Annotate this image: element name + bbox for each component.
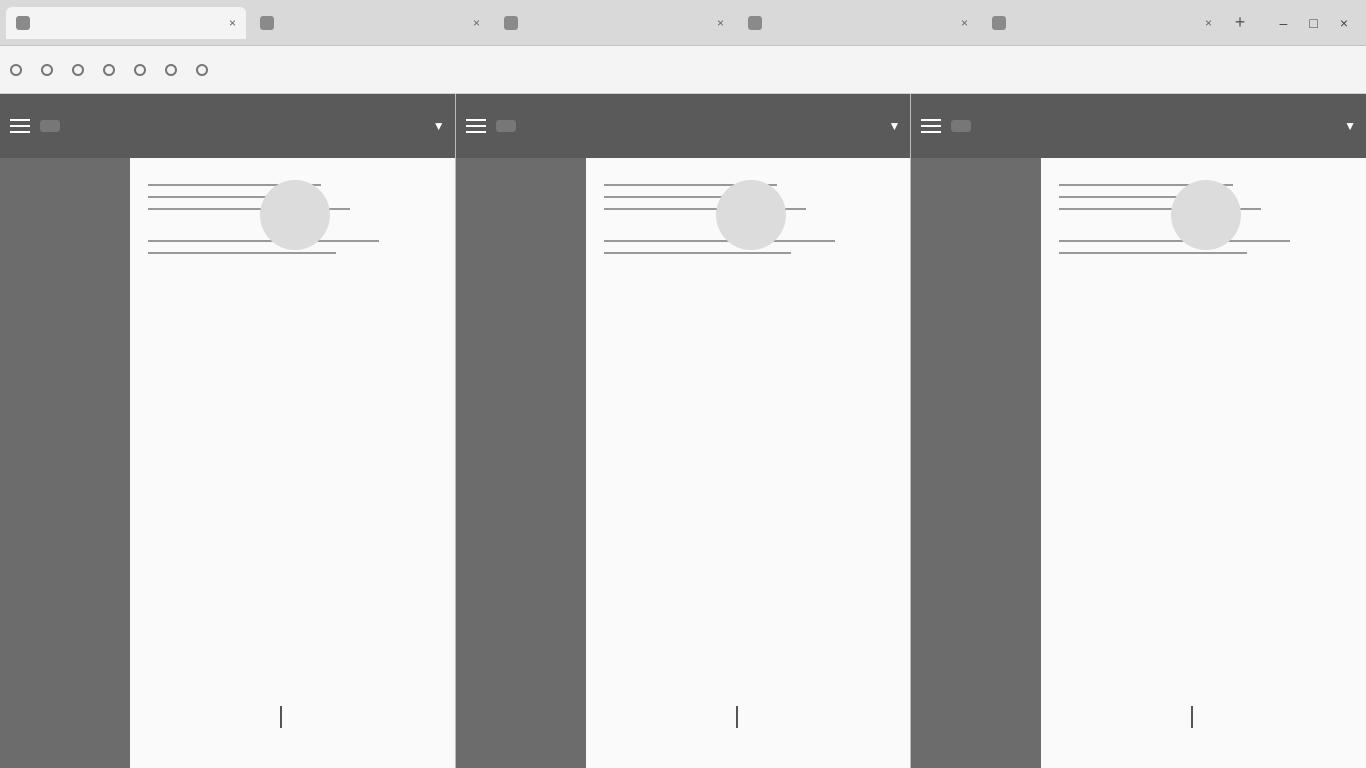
pane-toolbar: ▼ [455,94,911,158]
chevron-down-icon[interactable]: ▼ [888,119,900,133]
moon-drawing [715,180,786,250]
bookmark-item[interactable] [41,63,58,76]
moon-drawing [1171,180,1242,250]
bookmark-item[interactable] [72,63,89,76]
page-thumbnail-strip[interactable] [911,158,1042,768]
bookmark-item[interactable] [134,63,151,76]
favicon-icon [992,15,1006,30]
close-window-icon[interactable]: × [1340,15,1348,31]
pane-body [0,158,455,768]
bookmarks-bar [0,46,1366,94]
bookmark-icon [134,63,146,76]
handwriting-line [1059,252,1247,254]
content-panes: ▼ ▼ ▼ [0,94,1366,768]
pane-body [455,158,911,768]
handwriting-line [1059,240,1291,242]
bookmark-item[interactable] [165,63,182,76]
browser-tab-strip: × × × × × + – □ × [0,0,1366,46]
favicon-icon [260,15,274,30]
bookmark-item[interactable] [103,63,120,76]
maximize-icon[interactable]: □ [1309,15,1317,31]
pane-body [911,158,1366,768]
handwriting-line [603,252,792,254]
favicon-icon [16,15,30,30]
bookmark-icon [196,63,208,76]
document-pane: ▼ [911,94,1366,768]
handwriting-line [148,252,336,254]
bookmark-icon [72,63,84,76]
close-icon[interactable]: × [229,16,236,30]
text-cursor [280,706,282,728]
bookmark-icon [103,63,115,76]
menu-icon[interactable] [921,119,942,133]
handwritten-page [585,158,911,768]
chevron-down-icon[interactable]: ▼ [1344,119,1356,133]
new-tab-button[interactable]: + [1226,12,1254,33]
browser-tab[interactable]: × [494,7,734,39]
toolbar-button[interactable] [495,120,516,132]
page-thumbnail-strip[interactable] [455,158,586,768]
window-controls: – □ × [1268,15,1360,31]
bookmark-icon [41,63,53,76]
handwriting-line [148,196,278,198]
handwriting-line [603,240,835,242]
handwriting-line [603,196,734,198]
handwritten-page [130,158,455,768]
bookmark-item[interactable] [10,63,27,76]
browser-tab[interactable]: × [6,6,246,39]
browser-tab[interactable]: × [982,7,1222,39]
close-icon[interactable]: × [961,16,968,30]
chevron-down-icon[interactable]: ▼ [433,119,445,133]
pane-toolbar: ▼ [0,94,455,158]
menu-icon[interactable] [10,119,30,133]
bookmark-icon [10,63,22,76]
document-pane: ▼ [0,94,456,768]
close-icon[interactable]: × [1205,16,1212,30]
menu-icon[interactable] [465,119,486,133]
handwriting-line [148,240,379,242]
close-icon[interactable]: × [473,16,480,30]
favicon-icon [504,15,518,30]
text-cursor [735,706,738,728]
minimize-icon[interactable]: – [1280,15,1288,31]
handwriting-line [1059,196,1190,198]
close-icon[interactable]: × [717,16,724,30]
browser-tab[interactable]: × [738,7,978,39]
browser-tab[interactable]: × [250,7,490,39]
toolbar-button[interactable] [951,120,972,132]
bookmark-item[interactable] [196,63,213,76]
document-pane: ▼ [455,94,912,768]
pane-toolbar: ▼ [911,94,1366,158]
bookmark-icon [165,63,177,76]
text-cursor [1191,706,1194,728]
moon-drawing [260,180,330,250]
page-thumbnail-strip[interactable] [0,158,130,768]
handwritten-page [1041,158,1366,768]
favicon-icon [748,15,762,30]
toolbar-button[interactable] [40,120,60,132]
